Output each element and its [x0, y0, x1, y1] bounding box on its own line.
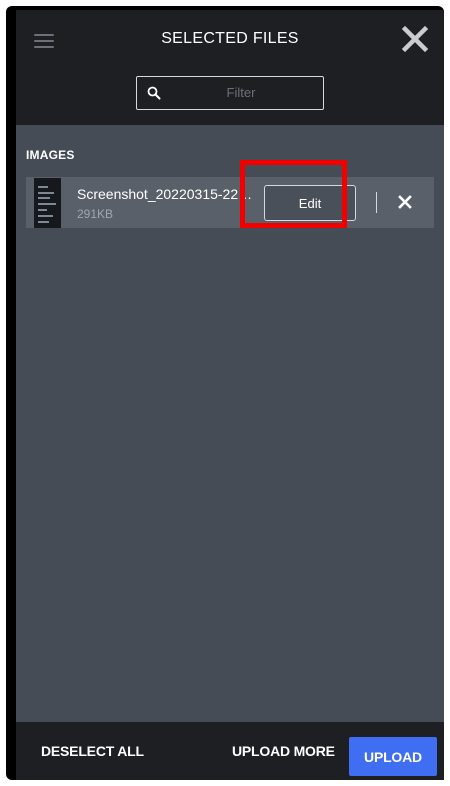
header: SELECTED FILES [16, 10, 444, 125]
filter-input[interactable] [171, 77, 311, 108]
section-label-images: IMAGES [26, 148, 75, 162]
upload-button[interactable]: UPLOAD [349, 737, 437, 776]
footer-bar: DESELECT ALL UPLOAD MORE UPLOAD [16, 722, 444, 780]
close-icon[interactable] [400, 24, 430, 54]
divider [376, 192, 377, 213]
upload-more-button[interactable]: UPLOAD MORE [232, 722, 335, 780]
filter-field[interactable] [136, 76, 324, 110]
file-size: 291KB [77, 207, 114, 221]
file-thumbnail [34, 178, 61, 228]
file-name: Screenshot_20220315-2202... [77, 186, 257, 202]
remove-file-close-icon[interactable] [398, 195, 412, 209]
edit-button[interactable]: Edit [264, 185, 356, 221]
page-title: SELECTED FILES [161, 30, 299, 47]
file-row: Screenshot_20220315-2202... 291KB Edit [26, 177, 434, 228]
deselect-all-button[interactable]: DESELECT ALL [41, 722, 144, 780]
search-icon [147, 86, 161, 100]
app-screen: SELECTED FILES IMAGES Screenshot_2022031… [16, 10, 444, 780]
